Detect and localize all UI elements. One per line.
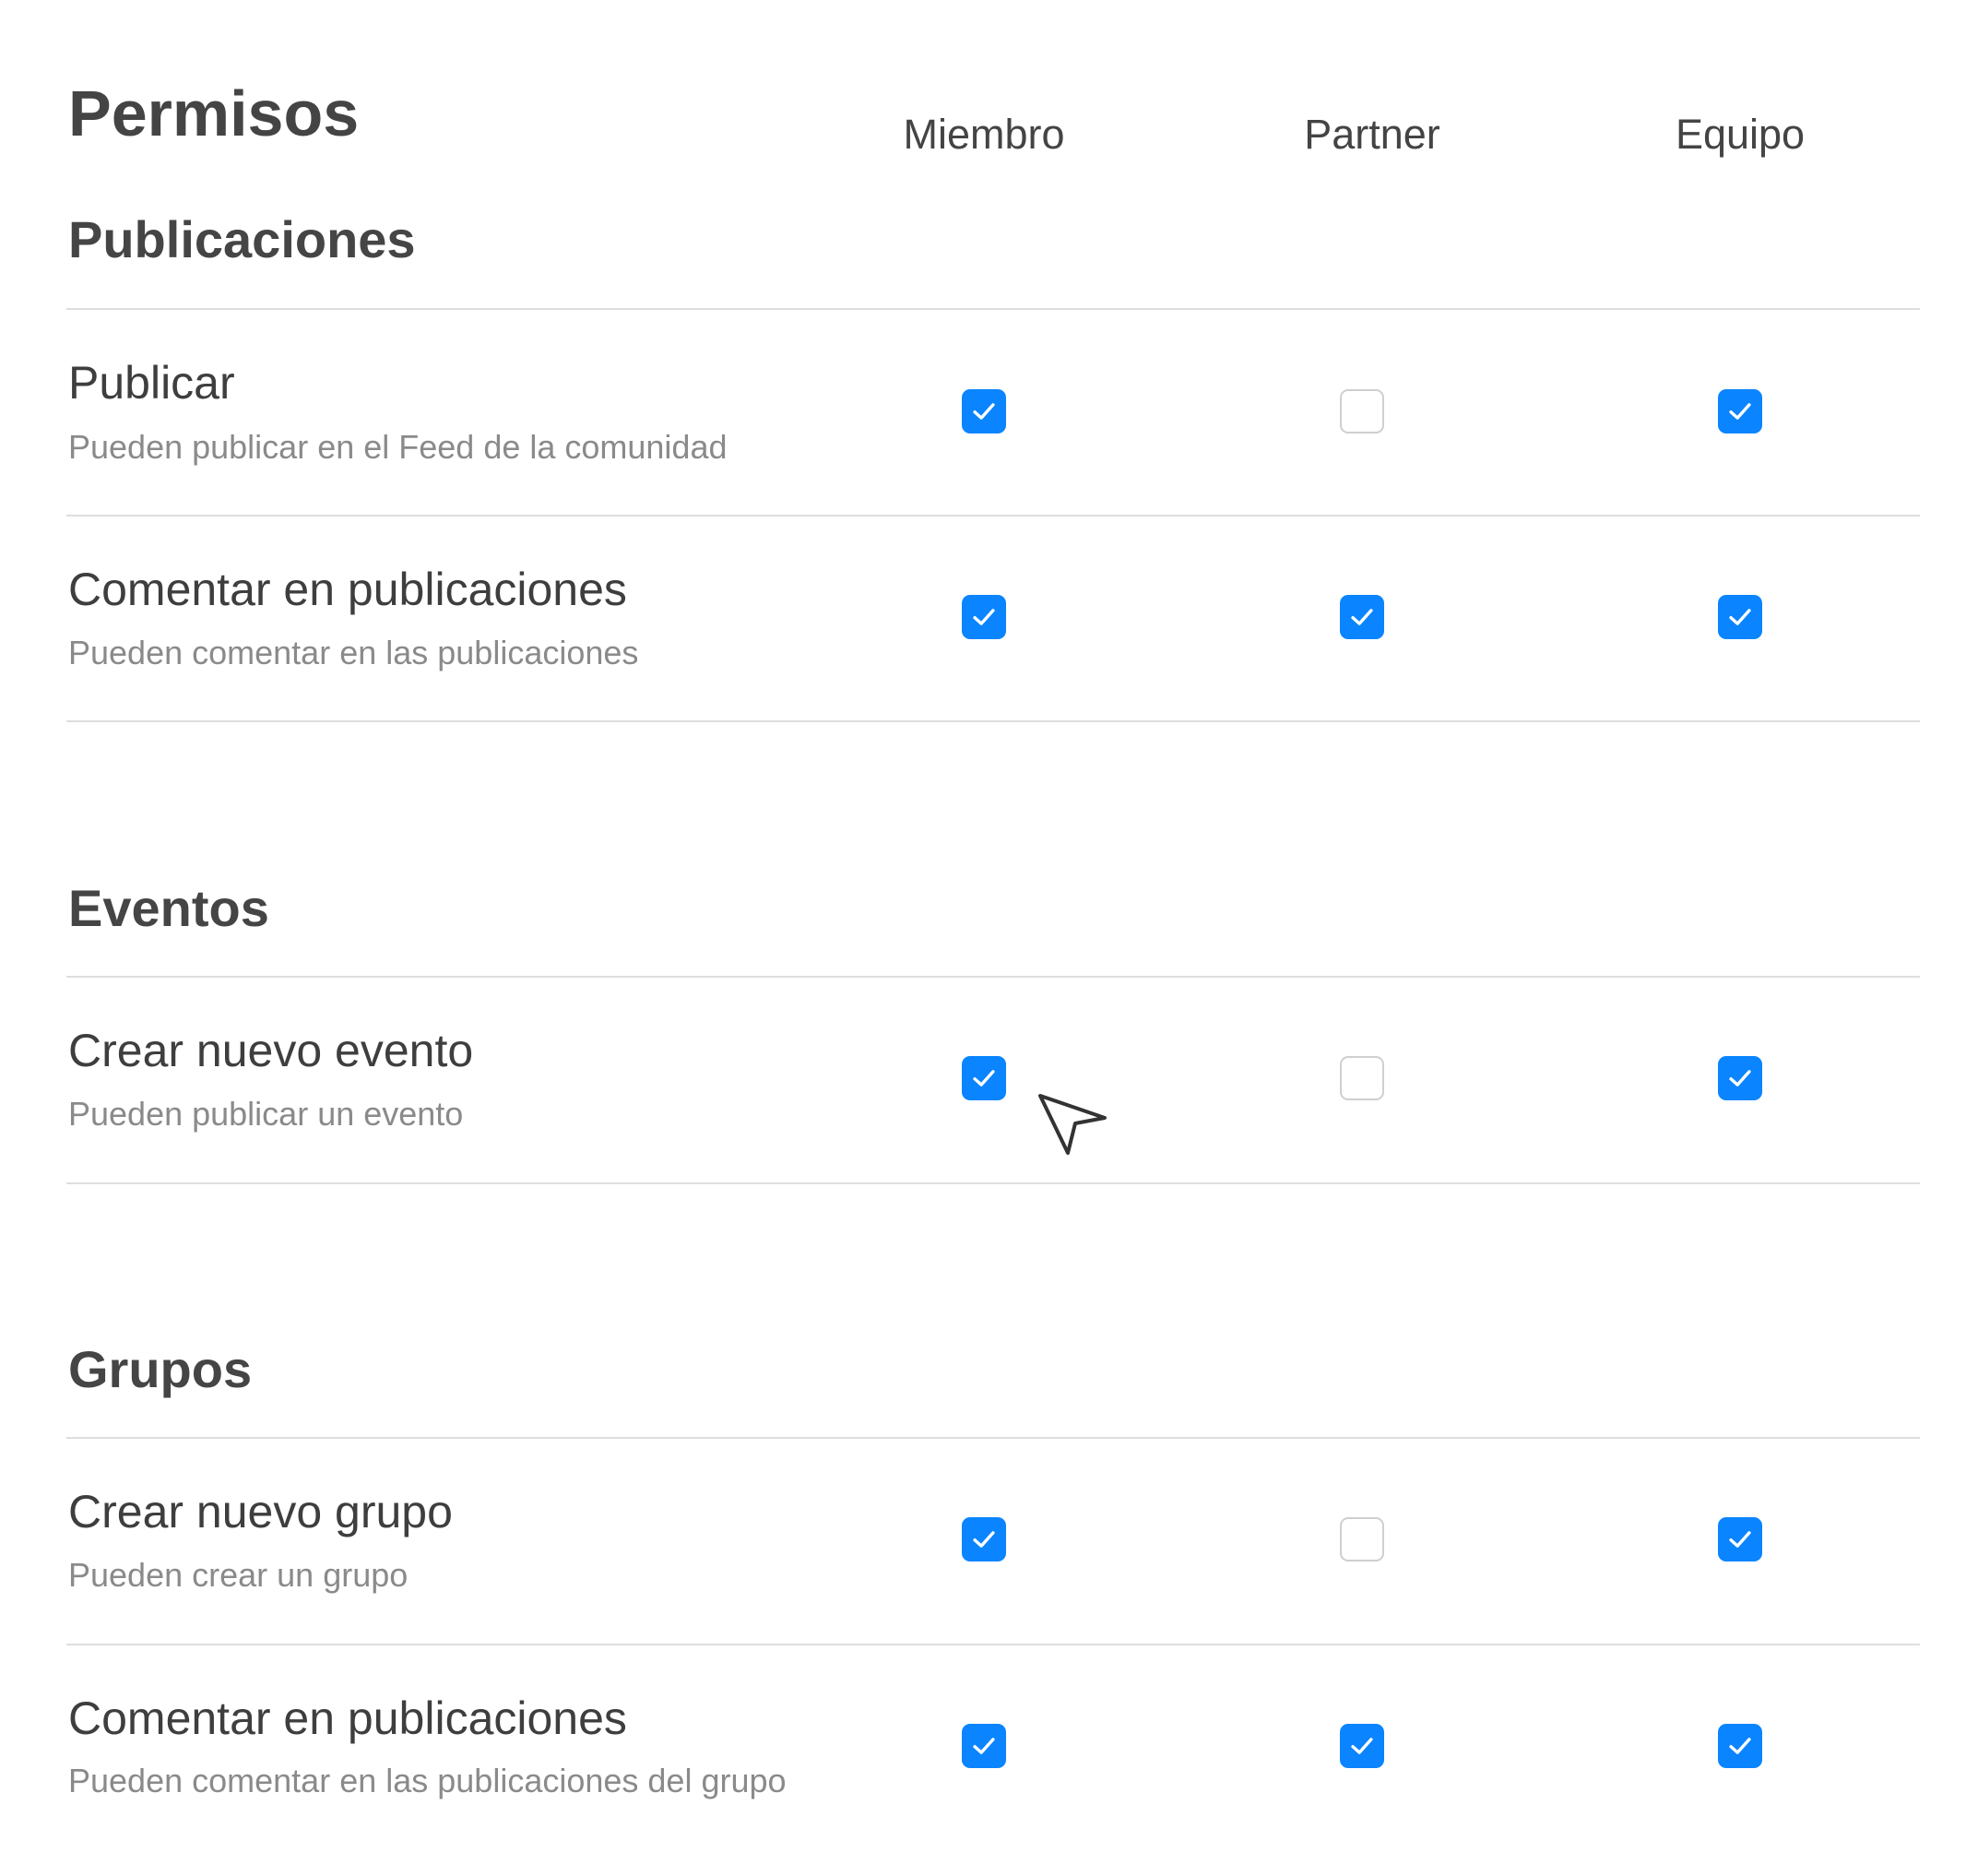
check-icon bbox=[1351, 1738, 1373, 1754]
row-description: Pueden publicar en el Feed de la comunid… bbox=[68, 428, 728, 466]
row-description: Pueden publicar un evento bbox=[68, 1095, 464, 1133]
row-title: Comentar en publicaciones bbox=[68, 1692, 627, 1744]
divider bbox=[66, 515, 1920, 516]
check-icon bbox=[973, 403, 995, 420]
checkbox-comentar-grupo-equipo[interactable] bbox=[1718, 1724, 1762, 1768]
checkbox-comentar-miembro[interactable] bbox=[962, 595, 1006, 639]
row-title: Comentar en publicaciones bbox=[68, 564, 627, 615]
row-title: Crear nuevo grupo bbox=[68, 1486, 453, 1538]
row-description: Pueden crear un grupo bbox=[68, 1556, 409, 1594]
check-icon bbox=[1351, 609, 1373, 625]
check-icon bbox=[1729, 403, 1751, 420]
checkbox-publicar-miembro[interactable] bbox=[962, 389, 1006, 433]
check-icon bbox=[1729, 609, 1751, 625]
check-icon bbox=[973, 1070, 995, 1086]
checkbox-crear-evento-equipo[interactable] bbox=[1718, 1056, 1762, 1100]
row-title: Crear nuevo evento bbox=[68, 1025, 474, 1076]
row-description: Pueden comentar en las publicaciones del… bbox=[68, 1762, 787, 1799]
checkbox-comentar-grupo-partner[interactable] bbox=[1340, 1724, 1384, 1768]
column-header-equipo: Equipo bbox=[1675, 111, 1806, 158]
divider bbox=[66, 720, 1920, 722]
column-header-miembro: Miembro bbox=[903, 111, 1065, 158]
divider bbox=[66, 308, 1920, 310]
checkbox-comentar-partner[interactable] bbox=[1340, 595, 1384, 639]
row-title: Publicar bbox=[68, 357, 235, 409]
divider bbox=[66, 1437, 1920, 1439]
checkbox-crear-grupo-miembro[interactable] bbox=[962, 1517, 1006, 1561]
check-icon bbox=[973, 609, 995, 625]
check-icon bbox=[1729, 1070, 1751, 1086]
row-description: Pueden comentar en las publicaciones bbox=[68, 634, 639, 671]
checkbox-comentar-equipo[interactable] bbox=[1718, 595, 1762, 639]
section-title-eventos: Eventos bbox=[68, 879, 269, 937]
check-icon bbox=[973, 1531, 995, 1548]
check-icon bbox=[1729, 1531, 1751, 1548]
divider bbox=[66, 1182, 1920, 1184]
checkbox-crear-evento-partner[interactable] bbox=[1340, 1056, 1384, 1100]
divider bbox=[66, 1644, 1920, 1645]
check-icon bbox=[1729, 1738, 1751, 1754]
section-title-publicaciones: Publicaciones bbox=[68, 210, 416, 268]
page-title: Permisos bbox=[68, 77, 360, 149]
checkbox-crear-grupo-partner[interactable] bbox=[1340, 1517, 1384, 1561]
column-header-partner: Partner bbox=[1304, 111, 1440, 158]
checkbox-publicar-equipo[interactable] bbox=[1718, 389, 1762, 433]
check-icon bbox=[973, 1738, 995, 1754]
section-title-grupos: Grupos bbox=[68, 1340, 253, 1398]
checkbox-crear-grupo-equipo[interactable] bbox=[1718, 1517, 1762, 1561]
divider bbox=[66, 976, 1920, 978]
checkbox-crear-evento-miembro[interactable] bbox=[962, 1056, 1006, 1100]
checkbox-comentar-grupo-miembro[interactable] bbox=[962, 1724, 1006, 1768]
cursor-arrow-icon bbox=[1038, 1094, 1107, 1155]
checkbox-publicar-partner[interactable] bbox=[1340, 389, 1384, 433]
